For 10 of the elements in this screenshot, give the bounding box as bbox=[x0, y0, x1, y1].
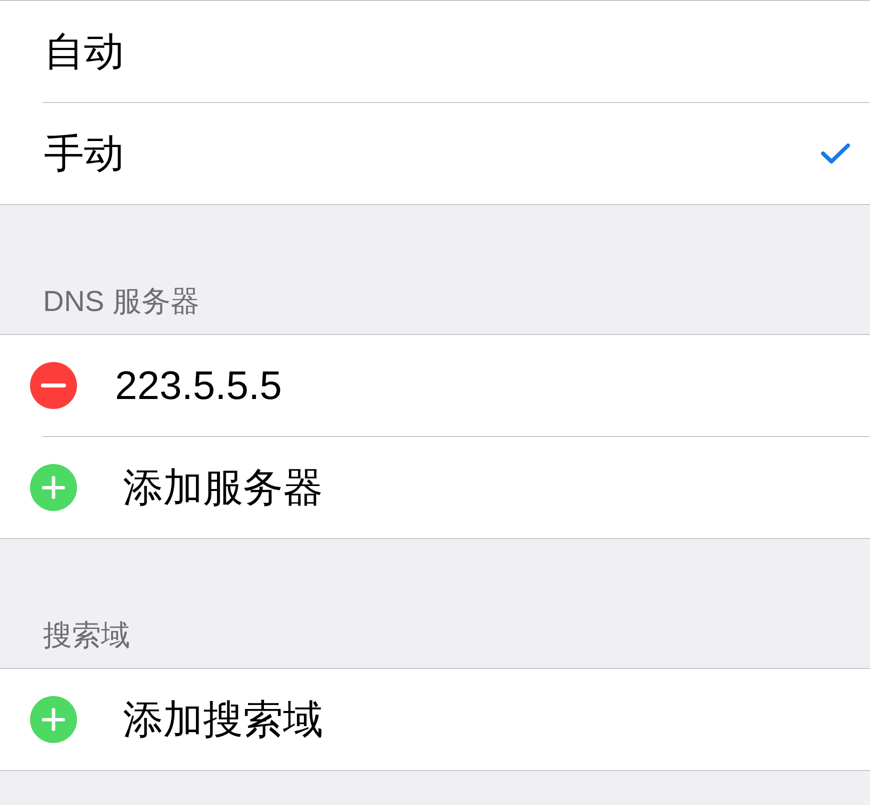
plus-circle-icon bbox=[30, 464, 77, 511]
section-header: 搜索域 bbox=[43, 622, 130, 651]
server-address[interactable]: 223.5.5.5 bbox=[115, 366, 282, 406]
section-header: DNS 服务器 bbox=[43, 288, 200, 317]
minus-circle-icon[interactable] bbox=[30, 362, 77, 409]
plus-circle-icon bbox=[30, 696, 77, 743]
add-row-button[interactable]: 添加搜索域 bbox=[0, 669, 870, 770]
mode-option[interactable]: 手动 bbox=[0, 103, 870, 204]
mode-option[interactable]: 自动 bbox=[0, 1, 870, 102]
add-row-button[interactable]: 添加服务器 bbox=[0, 437, 870, 538]
